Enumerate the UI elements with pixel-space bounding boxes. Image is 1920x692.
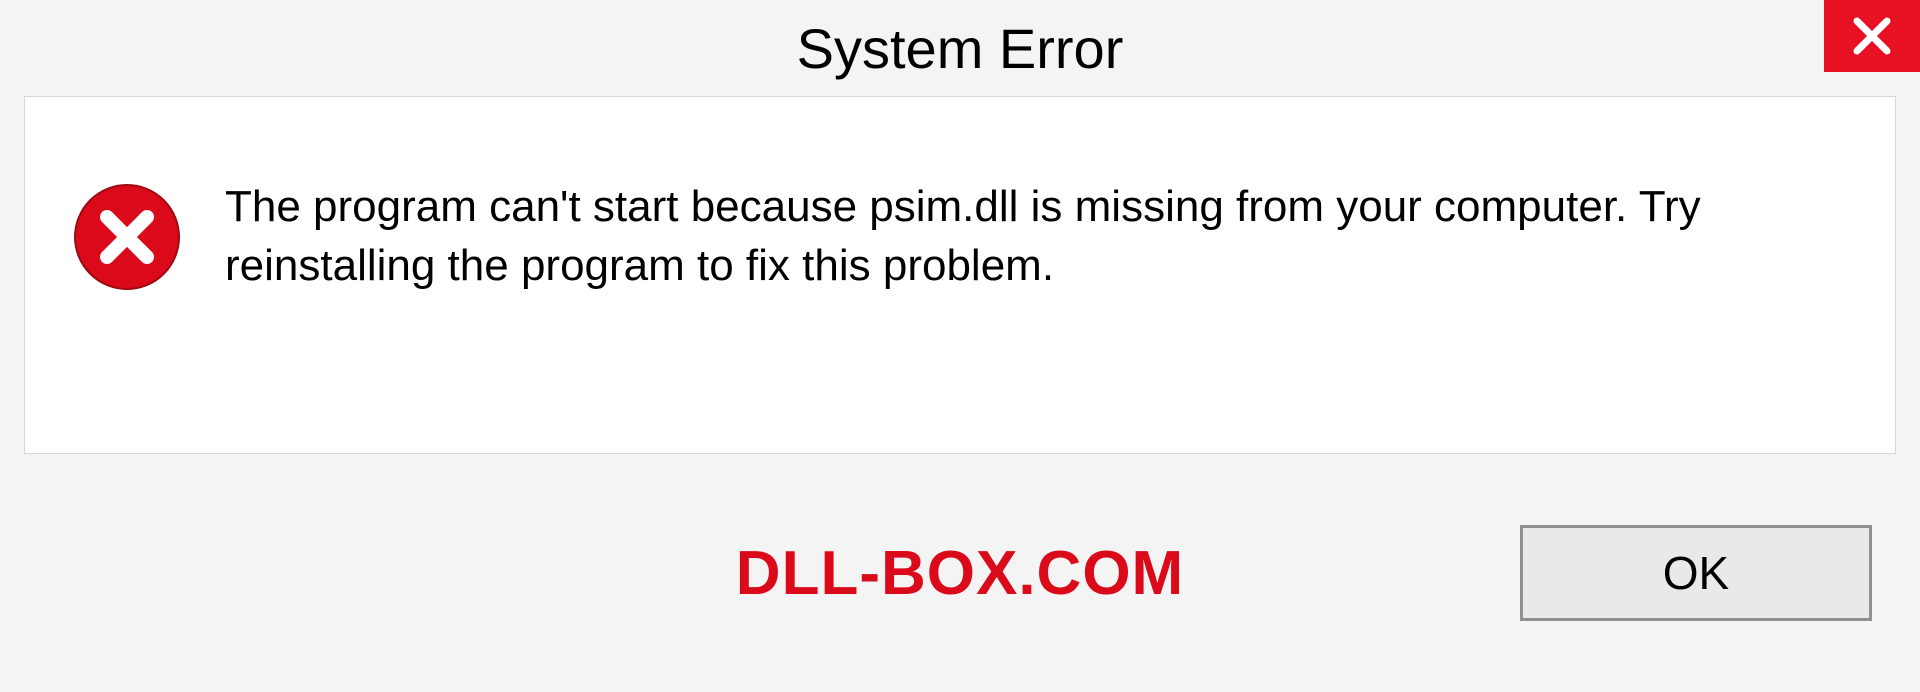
watermark-text: DLL-BOX.COM — [736, 538, 1184, 609]
close-icon — [1851, 15, 1893, 57]
error-icon — [73, 183, 181, 291]
ok-button[interactable]: OK — [1520, 525, 1872, 621]
error-message: The program can't start because psim.dll… — [225, 177, 1835, 296]
dialog-title: System Error — [797, 16, 1124, 81]
content-panel: The program can't start because psim.dll… — [24, 96, 1896, 454]
close-button[interactable] — [1824, 0, 1920, 72]
title-bar: System Error — [0, 0, 1920, 96]
button-bar: DLL-BOX.COM OK — [0, 454, 1920, 692]
ok-button-label: OK — [1663, 546, 1729, 600]
error-dialog: System Error The program can't start bec… — [0, 0, 1920, 692]
